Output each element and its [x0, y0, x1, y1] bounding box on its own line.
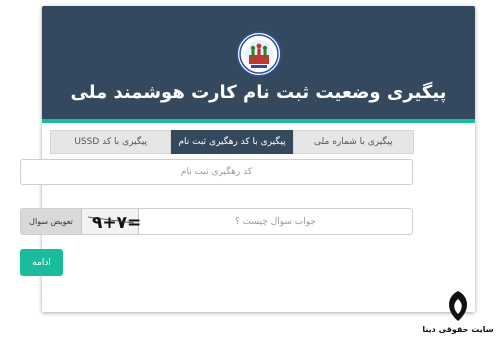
national-registration-logo-icon — [236, 31, 282, 77]
tracking-code-placeholder: کد رهگیری ثبت نام — [180, 167, 253, 177]
page-title: پیگیری وضعیت ثبت نام کارت هوشمند ملی — [70, 82, 447, 103]
tracking-tabs: پیگیری با شماره ملی پیگیری با کد رهگیری … — [50, 130, 414, 154]
tracking-code-input[interactable]: کد رهگیری ثبت نام — [20, 159, 413, 185]
header-accent-bar — [42, 119, 475, 123]
tab-ussd-code[interactable]: پیگیری با کد USSD — [50, 130, 172, 154]
change-question-button[interactable]: تعویض سوال — [21, 209, 81, 234]
continue-button[interactable]: ادامه — [20, 249, 63, 276]
captcha-row: تعویض سوال ۹+۷= جواب سوال چیست ؟ — [20, 208, 413, 235]
captcha-answer-placeholder: جواب سوال چیست ؟ — [235, 216, 316, 227]
watermark-text: سایت حقوقی دینا — [422, 325, 494, 334]
dina-legal-logo-icon — [449, 291, 467, 321]
header: پیگیری وضعیت ثبت نام کارت هوشمند ملی — [42, 6, 475, 119]
tab-tracking-code[interactable]: پیگیری با کد رهگیری ثبت نام — [171, 130, 293, 154]
tab-national-id[interactable]: پیگیری با شماره ملی — [292, 130, 414, 154]
captcha-image: ۹+۷= — [81, 209, 140, 234]
captcha-answer-input[interactable]: جواب سوال چیست ؟ — [139, 209, 412, 234]
watermark: سایت حقوقی دینا — [418, 287, 498, 339]
